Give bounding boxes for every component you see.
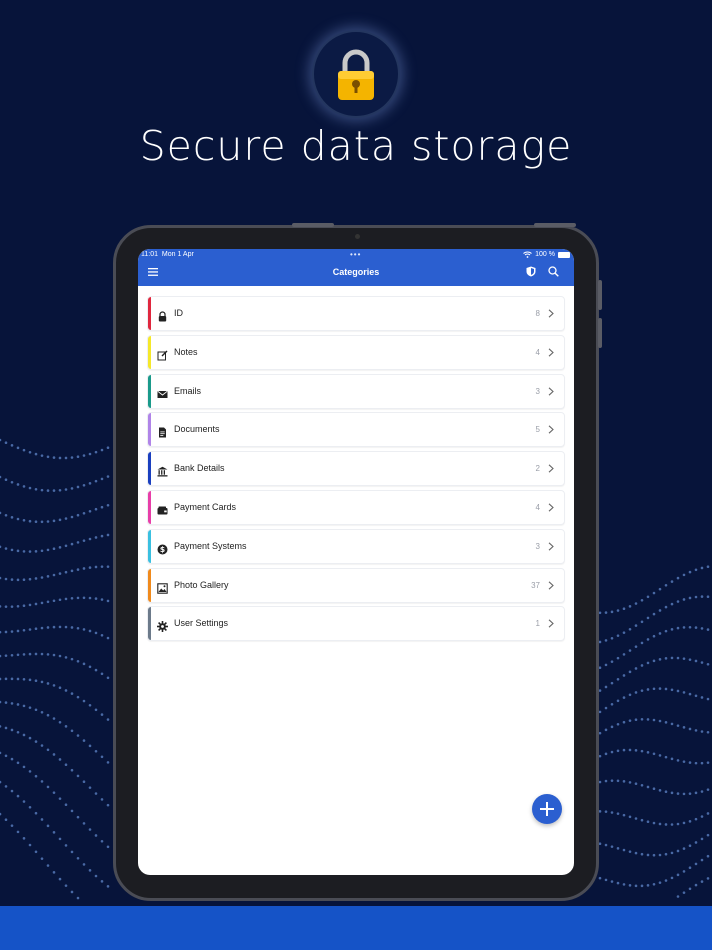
category-color-bar bbox=[148, 413, 151, 447]
status-time-date: 11:01 Mon 1 Apr bbox=[141, 251, 194, 258]
app-screen: 11:01 Mon 1 Apr ••• 100 % Categories ID … bbox=[138, 249, 574, 875]
battery-icon bbox=[558, 251, 570, 258]
page-title: Categories bbox=[332, 267, 380, 277]
status-date: Mon 1 Apr bbox=[161, 251, 194, 258]
status-right: 100 % bbox=[523, 251, 570, 258]
power-button bbox=[534, 223, 576, 227]
category-row-user-settings[interactable]: User Settings 1 bbox=[147, 606, 565, 642]
category-count: 8 bbox=[535, 309, 540, 318]
gear-icon bbox=[157, 619, 168, 633]
category-label: Payment Systems bbox=[174, 540, 247, 551]
image-icon bbox=[157, 581, 168, 594]
lock-icon bbox=[157, 309, 168, 322]
svg-text:$: $ bbox=[160, 545, 165, 554]
document-icon bbox=[157, 425, 168, 438]
side-button bbox=[598, 280, 602, 310]
battery-percent: 100 % bbox=[535, 251, 555, 258]
add-button[interactable] bbox=[532, 794, 562, 824]
category-color-bar bbox=[148, 607, 151, 641]
category-count: 5 bbox=[535, 425, 540, 435]
edit-note-icon bbox=[157, 348, 168, 361]
category-label: ID bbox=[174, 308, 183, 318]
envelope-icon bbox=[157, 387, 168, 398]
headline: Secure data storage bbox=[139, 122, 573, 170]
shield-icon[interactable] bbox=[526, 266, 536, 277]
category-row-payment-cards[interactable]: Payment Cards 4 bbox=[147, 489, 565, 525]
camera bbox=[355, 234, 360, 239]
category-count: 4 bbox=[535, 502, 540, 512]
category-row-notes[interactable]: Notes 4 bbox=[147, 334, 565, 370]
category-count: 2 bbox=[535, 464, 540, 474]
chevron-right-icon bbox=[548, 503, 554, 512]
dollar-coin-icon: $ bbox=[157, 542, 168, 555]
category-count: 4 bbox=[535, 347, 540, 357]
category-label: Bank Details bbox=[174, 463, 225, 474]
chevron-right-icon bbox=[548, 619, 554, 628]
category-row-emails[interactable]: Emails 3 bbox=[147, 373, 565, 409]
category-label: Notes bbox=[174, 346, 198, 357]
category-count: 37 bbox=[531, 580, 540, 590]
multitask-dots[interactable]: ••• bbox=[350, 250, 361, 259]
chevron-right-icon bbox=[548, 386, 554, 396]
chevron-right-icon bbox=[548, 542, 554, 551]
chevron-right-icon bbox=[548, 425, 554, 434]
category-color-bar bbox=[148, 490, 151, 524]
chevron-right-icon bbox=[548, 464, 554, 473]
category-color-bar bbox=[148, 452, 151, 486]
wallet-icon bbox=[157, 503, 168, 515]
side-button bbox=[598, 318, 602, 348]
chevron-right-icon bbox=[548, 309, 554, 318]
category-list: ID 8 Notes 4 Emails 3 Documents 5 Bank Details 2 P… bbox=[147, 296, 565, 645]
padlock-icon bbox=[338, 49, 374, 100]
category-row-payment-systems[interactable]: $ Payment Systems 3 bbox=[147, 528, 565, 564]
category-color-bar bbox=[148, 297, 151, 330]
search-icon[interactable] bbox=[548, 266, 559, 277]
category-count: 1 bbox=[535, 619, 540, 629]
category-label: Photo Gallery bbox=[174, 579, 229, 590]
wifi-icon bbox=[523, 251, 532, 258]
volume-button bbox=[292, 223, 334, 227]
lock-badge bbox=[312, 30, 400, 118]
category-row-documents[interactable]: Documents 5 bbox=[147, 412, 565, 448]
category-label: Documents bbox=[174, 424, 220, 435]
category-row-id[interactable]: ID 8 bbox=[147, 296, 565, 331]
chevron-right-icon bbox=[548, 348, 554, 357]
chevron-right-icon bbox=[548, 580, 554, 590]
category-color-bar bbox=[148, 374, 151, 408]
category-row-bank-details[interactable]: Bank Details 2 bbox=[147, 451, 565, 487]
category-label: User Settings bbox=[174, 618, 229, 629]
category-color-bar bbox=[148, 335, 151, 369]
bottom-band bbox=[0, 906, 712, 950]
category-label: Payment Cards bbox=[174, 501, 237, 512]
category-label: Emails bbox=[174, 385, 202, 396]
category-count: 3 bbox=[535, 541, 540, 551]
status-time: 11:01 bbox=[141, 251, 158, 258]
category-color-bar bbox=[148, 568, 151, 602]
plus-icon bbox=[540, 802, 554, 816]
category-row-photo-gallery[interactable]: Photo Gallery 37 bbox=[147, 567, 565, 603]
category-color-bar bbox=[148, 529, 151, 563]
category-count: 3 bbox=[535, 386, 540, 396]
bank-icon bbox=[157, 464, 168, 477]
app-bar: 11:01 Mon 1 Apr ••• 100 % Categories bbox=[138, 249, 574, 286]
